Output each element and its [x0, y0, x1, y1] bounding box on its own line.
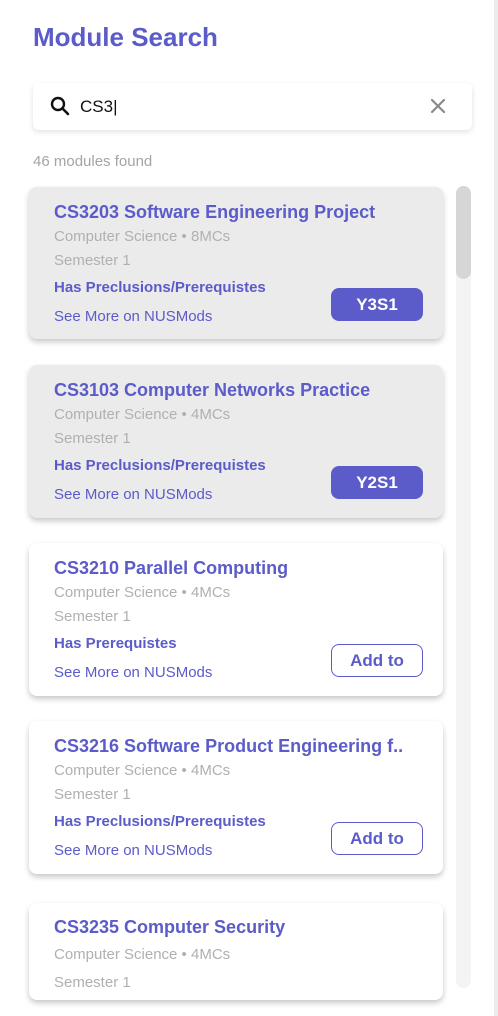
add-to-button[interactable]: Add to: [331, 822, 423, 855]
module-title: CS3216 Software Product Engineering f..: [54, 736, 404, 756]
module-semester: Semester 1: [54, 608, 131, 625]
module-card[interactable]: CS3203 Software Engineering Project Comp…: [29, 187, 443, 339]
module-semester: Semester 1: [54, 786, 131, 803]
module-prereq: Has Preclusions/Prerequistes: [54, 813, 266, 830]
module-title: CS3103 Computer Networks Practice: [54, 380, 371, 400]
scrollbar-track[interactable]: [456, 186, 471, 988]
module-prereq: Has Prerequistes: [54, 635, 177, 652]
module-semester: Semester 1: [54, 974, 131, 991]
results-count: 46 modules found: [33, 153, 153, 170]
search-input[interactable]: CS3|: [80, 97, 118, 117]
search-icon: [50, 96, 70, 116]
module-card[interactable]: CS3216 Software Product Engineering f.. …: [29, 721, 443, 874]
module-card[interactable]: CS3235 Computer Security Computer Scienc…: [29, 903, 443, 1000]
module-semester: Semester 1: [54, 430, 131, 447]
module-title: CS3235 Computer Security: [54, 917, 286, 937]
page-title: Module Search: [33, 22, 218, 52]
module-card[interactable]: CS3103 Computer Networks Practice Comput…: [29, 365, 443, 518]
module-prereq: Has Preclusions/Prerequistes: [54, 457, 266, 474]
module-meta: Computer Science • 4MCs: [54, 762, 231, 779]
module-meta: Computer Science • 8MCs: [54, 228, 231, 245]
nusmods-link[interactable]: See More on NUSMods: [54, 842, 212, 859]
nusmods-link[interactable]: See More on NUSMods: [54, 308, 212, 325]
module-title: CS3203 Software Engineering Project: [54, 202, 376, 222]
module-meta: Computer Science • 4MCs: [54, 406, 231, 423]
add-to-button[interactable]: Add to: [331, 644, 423, 677]
close-icon[interactable]: [428, 96, 448, 116]
module-semester: Semester 1: [54, 252, 131, 269]
year-semester-badge[interactable]: Y3S1: [331, 288, 423, 321]
year-semester-badge[interactable]: Y2S1: [331, 466, 423, 499]
nusmods-link[interactable]: See More on NUSMods: [54, 664, 212, 681]
scrollbar-thumb[interactable]: [456, 186, 471, 279]
search-bar[interactable]: CS3|: [33, 83, 472, 130]
module-meta: Computer Science • 4MCs: [54, 946, 231, 963]
window-edge: [494, 0, 498, 1016]
module-card[interactable]: CS3210 Parallel Computing Computer Scien…: [29, 543, 443, 696]
nusmods-link[interactable]: See More on NUSMods: [54, 486, 212, 503]
module-prereq: Has Preclusions/Prerequistes: [54, 279, 266, 296]
module-title: CS3210 Parallel Computing: [54, 558, 289, 578]
module-meta: Computer Science • 4MCs: [54, 584, 231, 601]
